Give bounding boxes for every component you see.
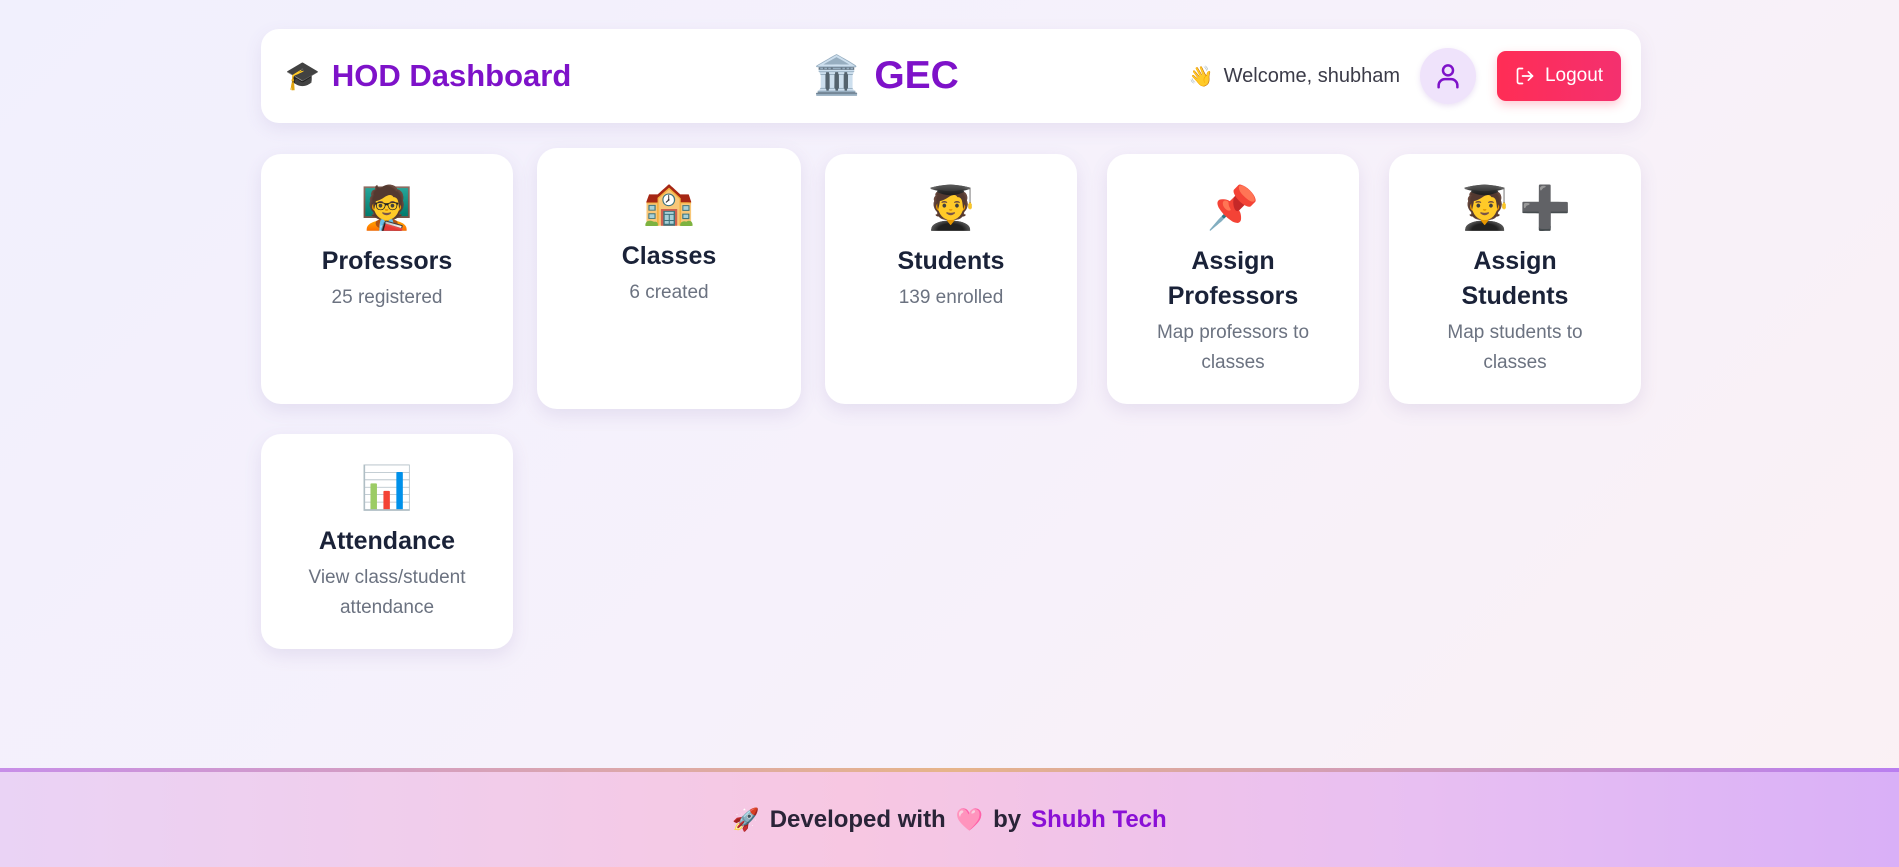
card-subtitle: 139 enrolled	[898, 287, 1004, 308]
rocket-icon: 🚀	[732, 806, 760, 832]
card-title: Attendance	[318, 527, 456, 555]
card-subtitle: Map students to classes	[1447, 322, 1583, 373]
footer-prefix: Developed with	[769, 805, 946, 833]
plus-icon: ➕	[1519, 184, 1572, 231]
logout-icon	[1516, 67, 1534, 85]
footer: 🚀 Developed with 🩷 by Shubh Tech	[0, 768, 1899, 867]
dashboard-title: HOD Dashboard	[331, 58, 572, 93]
card-title: Assign Students	[1461, 247, 1569, 310]
card-classes[interactable]: 🏫 Classes 6 created	[537, 148, 801, 409]
brand: 🎓 HOD Dashboard	[285, 29, 571, 123]
student-icon: 🧑‍🎓	[924, 184, 978, 231]
student-add-icons: 🧑‍🎓 ➕	[1389, 184, 1641, 232]
card-assign-professors[interactable]: 📌 Assign Professors Map professors to cl…	[1107, 154, 1359, 404]
teacher-icon: 🧑‍🏫	[360, 184, 414, 231]
footer-by: by	[993, 805, 1022, 833]
logout-button[interactable]: Logout	[1497, 51, 1621, 101]
card-attendance[interactable]: 📊 Attendance View class/student attendan…	[261, 434, 513, 649]
school-icon: 🏫	[642, 179, 696, 226]
card-title: Students	[897, 247, 1005, 275]
profile-avatar-button[interactable]	[1420, 48, 1476, 104]
welcome-message: 👋 Welcome, shubham	[1189, 64, 1400, 89]
card-title: Professors	[321, 247, 453, 275]
institution-name: GEC	[874, 54, 959, 97]
user-icon	[1437, 64, 1459, 89]
student-icon: 🧑‍🎓	[1458, 184, 1511, 231]
pushpin-icon: 📌	[1206, 184, 1260, 231]
footer-credit: 🚀 Developed with 🩷 by Shubh Tech	[732, 806, 1166, 834]
footer-brand-link[interactable]: Shubh Tech	[1031, 806, 1167, 834]
institution-title: 🏛️ GEC	[813, 29, 959, 123]
card-students[interactable]: 🧑‍🎓 Students 139 enrolled	[825, 154, 1077, 404]
top-header: 🎓 HOD Dashboard 🏛️ GEC 👋 Welcome, shubha…	[261, 29, 1641, 123]
card-professors[interactable]: 🧑‍🏫 Professors 25 registered	[261, 154, 513, 404]
card-assign-students[interactable]: 🧑‍🎓 ➕ Assign Students Map students to cl…	[1389, 154, 1641, 404]
card-title: Classes	[621, 242, 717, 270]
card-subtitle: 6 created	[629, 282, 709, 303]
logout-label: Logout	[1544, 65, 1604, 86]
classical-building-icon: 🏛️	[813, 55, 861, 97]
graduation-cap-icon: 🎓	[285, 60, 320, 91]
card-title: Assign Professors	[1167, 247, 1299, 310]
card-subtitle: Map professors to classes	[1156, 322, 1310, 373]
welcome-text: Welcome, shubham	[1223, 64, 1400, 87]
card-subtitle: View class/student attendance	[308, 567, 466, 618]
bar-chart-icon: 📊	[360, 464, 414, 511]
waving-hand-icon: 👋	[1188, 65, 1214, 88]
header-user-area: 👋 Welcome, shubham Logout	[1189, 29, 1621, 123]
card-subtitle: 25 registered	[331, 287, 443, 308]
heart-icon: 🩷	[955, 806, 984, 832]
